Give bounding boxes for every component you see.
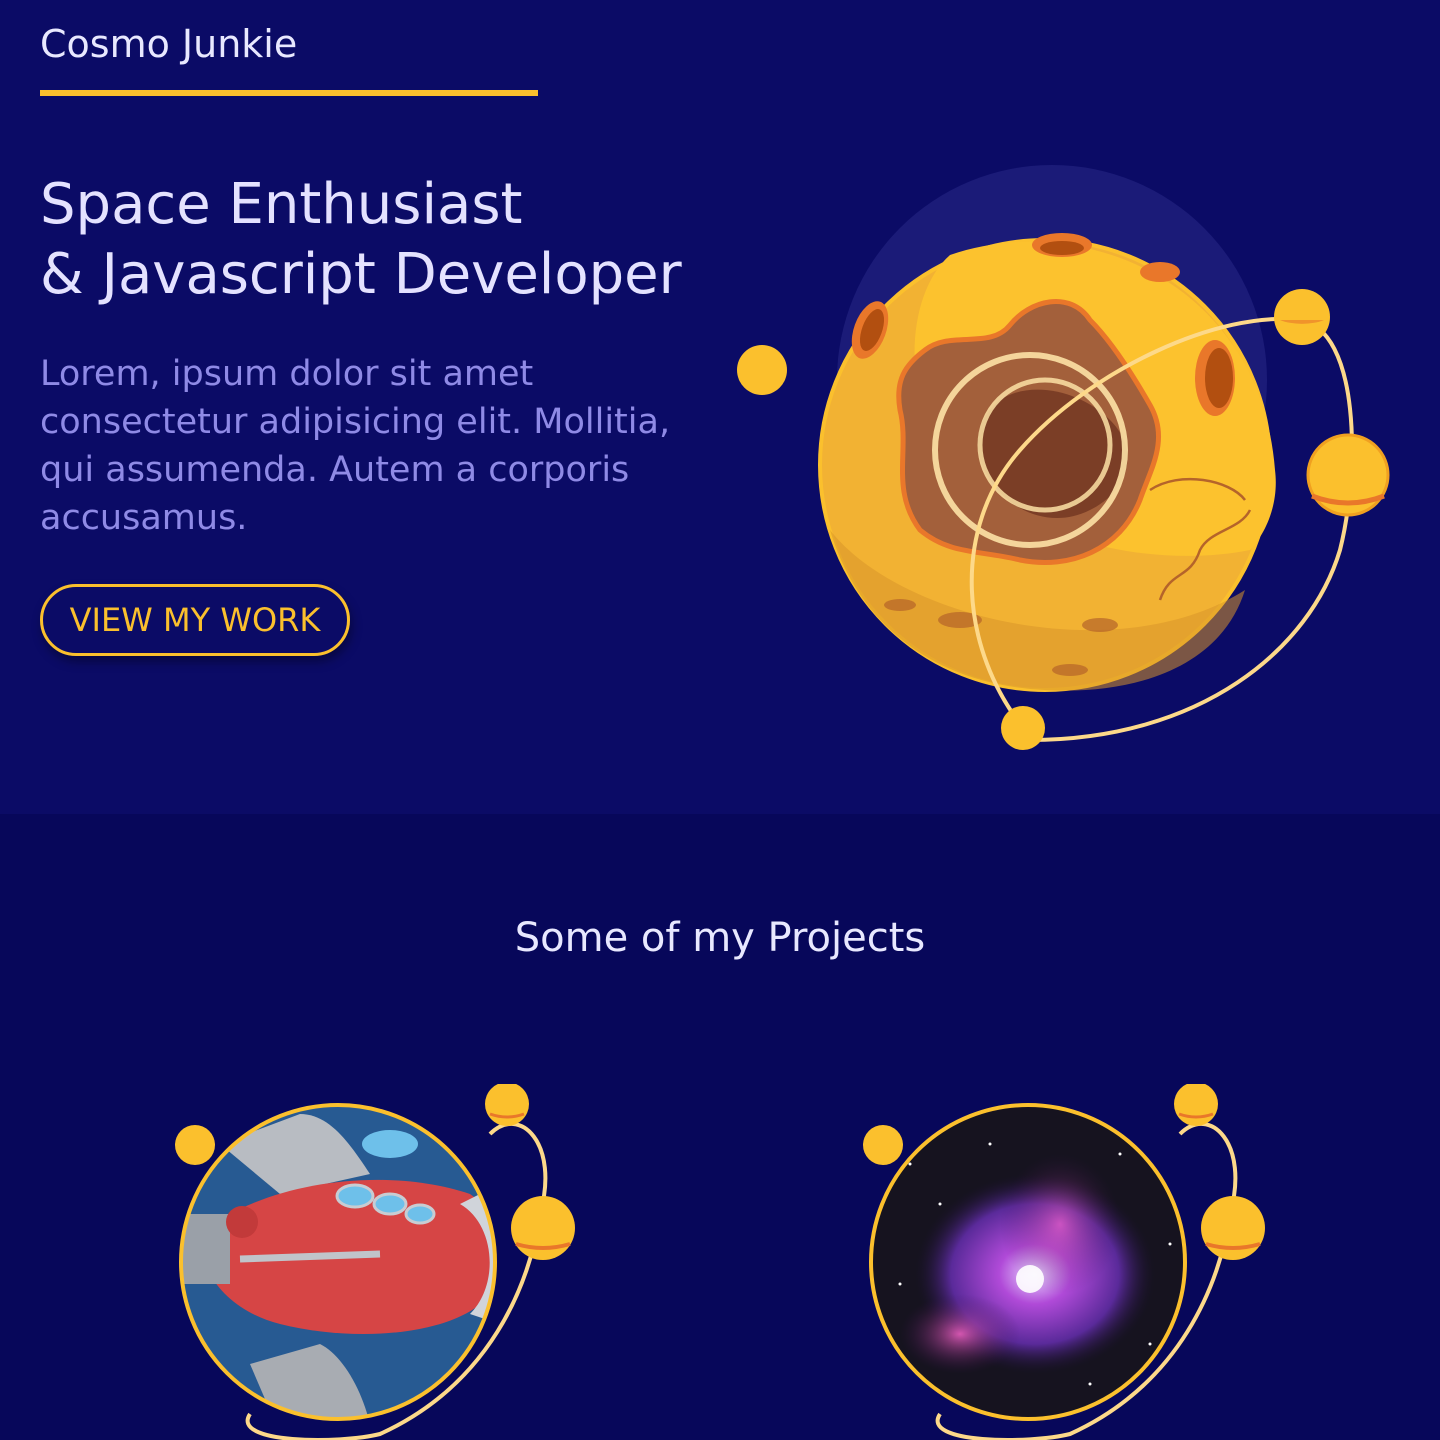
moon-icon xyxy=(1306,433,1390,517)
moon-icon xyxy=(175,1125,215,1165)
brand-logo[interactable]: Cosmo Junkie xyxy=(40,20,297,68)
moon-icon xyxy=(1174,1082,1218,1126)
moon-icon xyxy=(1001,706,1045,750)
moon-icon xyxy=(485,1082,529,1126)
hero-intro: Lorem, ipsum dolor sit amet consectetur … xyxy=(40,354,671,538)
moon-icon xyxy=(511,1196,575,1260)
project-card-nebula[interactable] xyxy=(850,1082,1290,1440)
view-my-work-button[interactable]: VIEW MY WORK xyxy=(40,584,350,656)
moon-icon xyxy=(737,345,787,395)
moon-icon xyxy=(1201,1196,1265,1260)
brand-underline xyxy=(40,90,538,96)
page: Cosmo Junkie Space Enthusiast & Javascri… xyxy=(0,0,1440,1440)
planet-illustration xyxy=(737,165,1390,750)
hero-section: Cosmo Junkie Space Enthusiast & Javascri… xyxy=(0,0,1440,814)
hero-headline: Space Enthusiast & Javascript Developer xyxy=(40,170,740,310)
headline-line-1: Space Enthusiast xyxy=(40,172,523,237)
rocket-ship-image xyxy=(175,1082,575,1440)
nebula-image xyxy=(863,1082,1265,1440)
projects-title: Some of my Projects xyxy=(514,915,926,961)
projects-section: Some of my Projects xyxy=(0,814,1440,1440)
project-card-rocket[interactable] xyxy=(160,1082,600,1440)
moon-icon xyxy=(863,1125,903,1165)
headline-line-2: & Javascript Developer xyxy=(40,242,682,307)
moon-icon xyxy=(1274,289,1330,345)
